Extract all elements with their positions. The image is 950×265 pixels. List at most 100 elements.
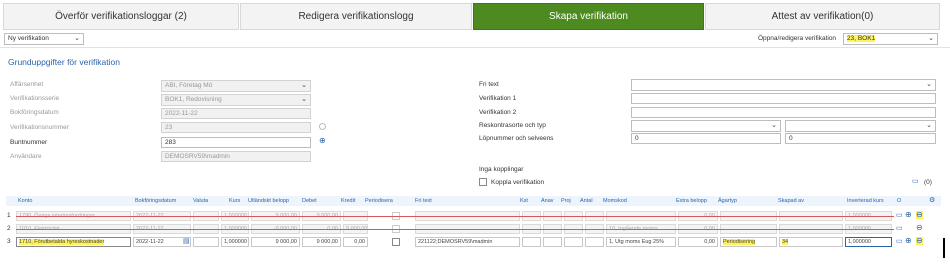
utl-cell[interactable]: 9 000,00 [251, 237, 300, 247]
chevron-down-icon: ⌄ [926, 122, 932, 129]
document-icon[interactable]: ▭ [896, 225, 903, 233]
calendar-icon[interactable]: ▤ [183, 238, 190, 246]
verserie-select[interactable]: BOK1, Redovisning ⌄ [161, 94, 311, 106]
tab-overfor[interactable]: Överför verifikationsloggar (2) [3, 3, 239, 30]
kopplingar-label: Inga kopplingar [479, 166, 524, 173]
col-antal[interactable]: Antal [580, 198, 593, 204]
fritext-select[interactable]: ⌄ [631, 79, 936, 91]
bokdatum-field[interactable]: 2022-11-22 [161, 108, 311, 119]
ver1-label: Verifikation 1 [479, 95, 517, 102]
konto-cell[interactable]: 1710, Förutbetalda hyreskostnader [16, 237, 131, 247]
col-o[interactable]: O [897, 198, 901, 204]
attachment-icon[interactable]: ▭ [912, 178, 919, 186]
inv-kurs-value: 1,000000 [848, 239, 871, 245]
koppla-checkbox[interactable] [479, 178, 487, 186]
kredit-cell[interactable]: 0,00 [343, 237, 368, 247]
momskod-cell[interactable]: 1, Utg moms Eug 25% [606, 237, 676, 247]
settings-icon[interactable]: ⚙ [929, 197, 935, 205]
ver2-field[interactable] [631, 107, 936, 118]
table-row[interactable]: 2 1010, Elektricitet 2022-11-22 1,000000… [6, 224, 936, 235]
anav-cell[interactable] [543, 237, 562, 247]
row-number: 3 [7, 238, 11, 245]
document-icon[interactable]: ▭ [896, 238, 903, 246]
col-kredit[interactable]: Kredit [341, 198, 355, 204]
skapad-value: 34 [782, 239, 789, 245]
tab-attest[interactable]: Attest av verifikation(0) [705, 3, 940, 30]
tab-redigera[interactable]: Redigera verifikationslogg [240, 3, 472, 30]
skapad-cell[interactable]: 34 [779, 237, 843, 247]
reskontra-label: Reskontrasorte och typ [479, 122, 546, 129]
tab-skapa[interactable]: Skapa verifikation [473, 3, 704, 30]
col-fritext[interactable]: Fri text [415, 198, 432, 204]
add-bunt-icon[interactable]: ⊕ [319, 137, 326, 145]
inv-kurs-cell[interactable]: 1,000000 [845, 237, 892, 247]
lopnummer-field[interactable]: 0 [631, 133, 781, 144]
add-row-icon[interactable]: ⊕ [905, 211, 912, 219]
bokdatum-label: Bokföringsdatum [10, 109, 59, 116]
col-inv-kurs[interactable]: Inverterad kurs [847, 198, 884, 204]
kst-cell[interactable] [522, 237, 541, 247]
document-icon[interactable]: ▭ [896, 212, 903, 220]
koppla-label: Koppla verifikation [491, 179, 545, 186]
periodisera-checkbox[interactable] [392, 238, 400, 246]
col-extra-belopp[interactable]: Extra belopp [676, 198, 707, 204]
buntnummer-value: 283 [165, 139, 176, 146]
col-anav[interactable]: Anav [541, 198, 554, 204]
buntnummer-field[interactable]: 283 [161, 137, 311, 148]
add-row-icon[interactable]: ⊕ [905, 237, 912, 245]
open-label: Öppna/redigera verifikation [758, 35, 837, 42]
extra-value: 0,00 [704, 239, 715, 245]
col-utl-belopp[interactable]: Utländskt belopp [248, 198, 289, 204]
row-strikethrough [16, 229, 894, 230]
remove-row-icon[interactable]: ⊖ [916, 211, 923, 219]
reskontra-typ-select[interactable]: ⌄ [785, 120, 936, 132]
type-select[interactable]: Ny verifikation ⌄ [4, 33, 84, 45]
fritext-cell[interactable]: 221122;DEMOSRV59\madmin [415, 237, 520, 247]
affarsenhet-value: ABI, Företag Mö [165, 82, 213, 89]
kurs-cell[interactable]: 1,000000 [221, 237, 249, 247]
reskontra-select[interactable]: ⌄ [631, 120, 781, 132]
table-row[interactable]: 1 1790, Övriga interimsfordringar 2022-1… [6, 211, 936, 222]
extra-cell[interactable]: 0,00 [678, 237, 718, 247]
col-agartyp[interactable]: Ägartyp [718, 198, 737, 204]
debet-cell[interactable]: 9 000,00 [302, 237, 341, 247]
open-verifikation-select[interactable]: 23, BOK1 ⌄ [843, 33, 938, 45]
chevron-down-icon: ⌄ [301, 82, 307, 89]
anvandare-field[interactable]: DEMOSRV59\madmin [161, 151, 311, 162]
fritext-value: 221122;DEMOSRV59\madmin [418, 239, 493, 245]
col-proj[interactable]: Proj [561, 198, 571, 204]
col-kurs[interactable]: Kurs [229, 198, 240, 204]
table-row[interactable]: 3 1710, Förutbetalda hyreskostnader 2022… [6, 237, 936, 248]
col-kst[interactable]: Kst [520, 198, 528, 204]
selveens-field[interactable]: 0 [785, 133, 936, 144]
utl-value: 9 000,00 [275, 239, 297, 245]
chevron-down-icon: ⌄ [771, 122, 777, 129]
agartyp-value: Periodisering [723, 239, 756, 245]
type-select-value: Ny verifikation [8, 35, 49, 42]
affarsenhet-select[interactable]: ABI, Företag Mö ⌄ [161, 80, 311, 92]
bokdatum-value: 2022-11-22 [165, 110, 198, 117]
col-momskod[interactable]: Momskod [603, 198, 627, 204]
vernummer-field[interactable]: 23 [161, 122, 311, 133]
antal-cell[interactable] [585, 237, 604, 247]
text-cursor [943, 238, 945, 258]
attachment-count: (0) [924, 179, 932, 186]
col-periodisera[interactable]: Periodisera [365, 198, 393, 204]
info-icon[interactable] [319, 123, 326, 130]
remove-row-icon[interactable]: ⊖ [916, 224, 923, 232]
valuta-cell[interactable] [193, 237, 219, 247]
col-konto[interactable]: Konto [18, 198, 32, 204]
col-skapad[interactable]: Skapad av [778, 198, 804, 204]
row-number: 1 [7, 212, 11, 219]
col-debet[interactable]: Debet [302, 198, 317, 204]
lopnummer-label: Löpnummer och selveens [479, 135, 554, 142]
col-bokdatum[interactable]: Bokföringsdatum [135, 198, 176, 204]
col-valuta[interactable]: Valuta [193, 198, 208, 204]
remove-row-icon[interactable]: ⊖ [916, 237, 923, 245]
proj-cell[interactable] [564, 237, 583, 247]
fritext-label: Fri text [479, 81, 499, 88]
ver2-label: Verifikation 2 [479, 109, 517, 116]
agartyp-cell[interactable]: Periodisering [720, 237, 777, 247]
ver1-field[interactable] [631, 93, 936, 104]
date-value: 2022-11-22 [136, 239, 164, 245]
